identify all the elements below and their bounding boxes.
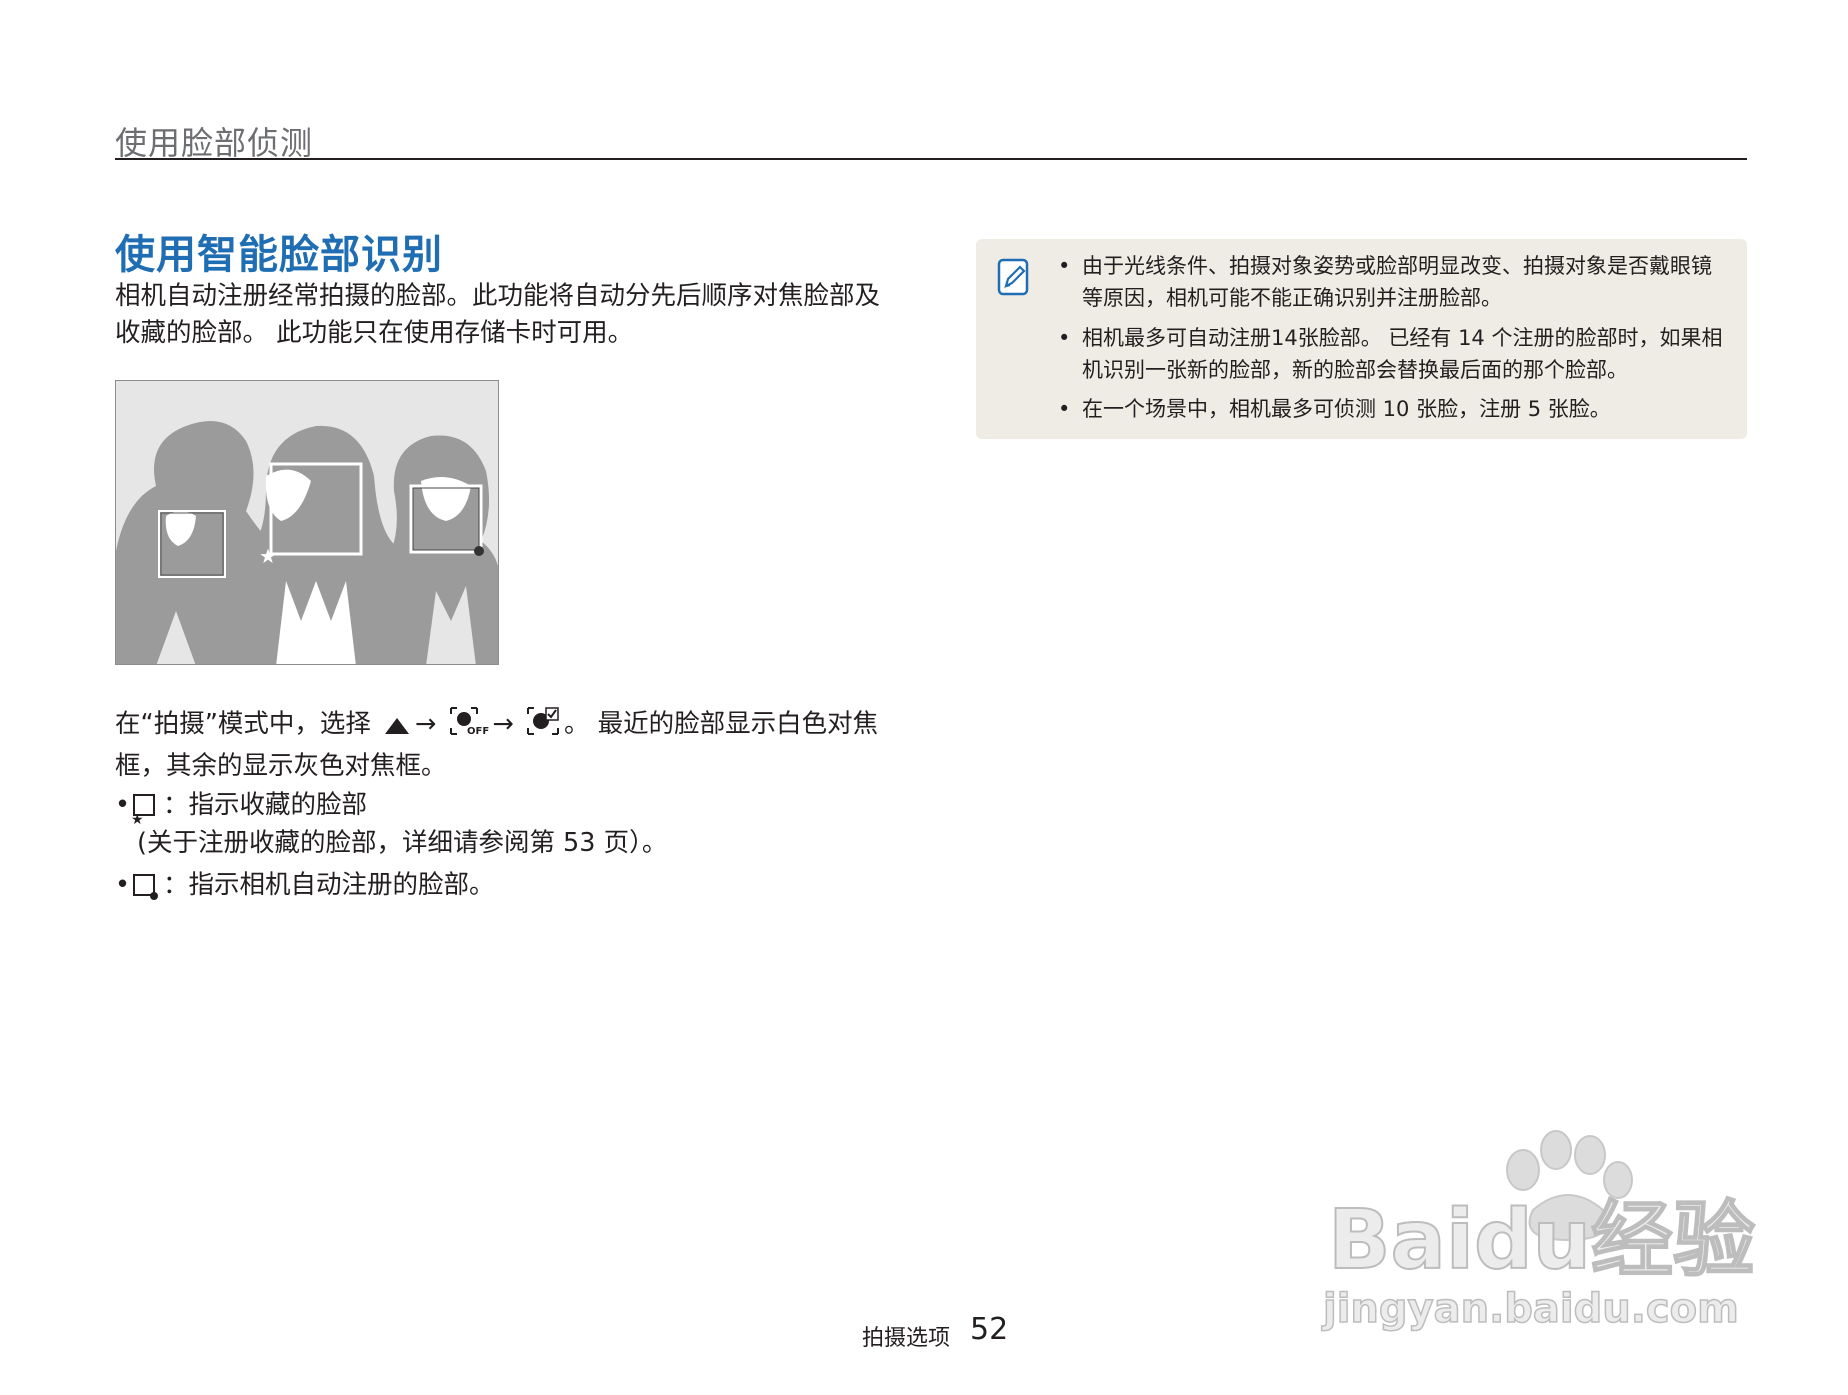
arrow-1: →: [415, 709, 437, 739]
note-text: 由于光线条件、拍摄对象姿势或脸部明显改变、拍摄对象是否戴眼镜等原因，相机可能不能…: [1082, 254, 1712, 310]
note-bullet: •: [1058, 254, 1071, 278]
auto-registered-face-frame-icon: [133, 874, 158, 900]
watermark-url: jingyan.baidu.com: [1321, 1286, 1739, 1332]
note-item: • 在一个场景中，相机最多可侦测 10 张脸，注册 5 张脸。: [1058, 393, 1728, 425]
page-number: 52: [970, 1312, 1009, 1347]
instruction-paragraph: 在“拍摄”模式中，选择 → OFF → 。 最近的脸部显示白色对焦框，其余的显示…: [115, 705, 905, 785]
watermark-brand: Baidu经验: [1328, 1193, 1755, 1288]
menu-up-icon: [383, 709, 411, 747]
footer-section-label: 拍摄选项: [862, 1326, 951, 1351]
note-text: 相机最多可自动注册14张脸部。 已经有 14 个注册的脸部时，如果相机识别一张新…: [1082, 326, 1723, 382]
smart-face-recognition-icon: [526, 706, 560, 747]
note-bullet: •: [1058, 326, 1071, 350]
page-title: 使用智能脸部识别: [115, 232, 443, 278]
favorite-face-frame-icon: ★: [131, 794, 155, 827]
instruction-before: 在“拍摄”模式中，选择: [115, 709, 371, 739]
svg-text:★: ★: [259, 544, 277, 568]
intro-paragraph: 相机自动注册经常拍摄的脸部。此功能将自动分先后顺序对焦脸部及收藏的脸部。 此功能…: [115, 281, 881, 348]
header-rule: [115, 158, 1747, 160]
bullet-auto-registered-face: • ：指示相机自动注册的脸部。: [115, 866, 495, 904]
bullet-favorite-face: • ★ ：指示收藏的脸部: [115, 786, 368, 827]
bullet-favorite-subtext: (关于注册收藏的脸部，详细请参阅第 53 页）。: [137, 828, 668, 858]
note-item: • 相机最多可自动注册14张脸部。 已经有 14 个注册的脸部时，如果相机识别一…: [1058, 322, 1728, 386]
three-faces-image: ★: [116, 381, 498, 664]
bullet-favorite-text: ：指示收藏的脸部: [163, 790, 368, 820]
arrow-2: →: [492, 709, 514, 739]
bullet-auto-text: ：指示相机自动注册的脸部。: [163, 870, 495, 900]
note-item: • 由于光线条件、拍摄对象姿势或脸部明显改变、拍摄对象是否戴眼镜等原因，相机可能…: [1058, 250, 1728, 314]
svg-text:OFF: OFF: [467, 726, 489, 736]
baidu-watermark-logo: Baidu经验 jingyan.baidu.com: [1318, 1110, 1758, 1340]
note-pencil-icon: [997, 258, 1029, 296]
note-text: 在一个场景中，相机最多可侦测 10 张脸，注册 5 张脸。: [1082, 397, 1611, 421]
face-detection-off-icon: OFF: [449, 706, 489, 747]
note-bullet: •: [1058, 397, 1071, 421]
bullet-dot: •: [115, 870, 131, 900]
face-recognition-illustration: ★: [115, 380, 499, 665]
